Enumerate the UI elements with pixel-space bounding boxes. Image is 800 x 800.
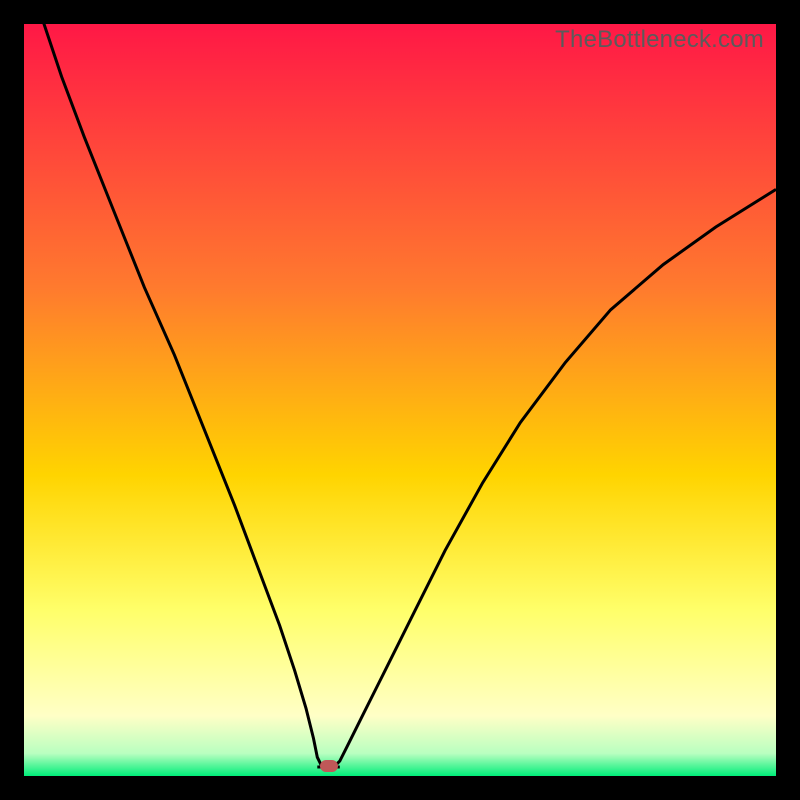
optimal-point-marker bbox=[320, 760, 338, 772]
chart-frame: { "watermark": "TheBottleneck.com", "col… bbox=[0, 0, 800, 800]
bottleneck-curve bbox=[24, 24, 776, 776]
plot-area: TheBottleneck.com bbox=[24, 24, 776, 776]
